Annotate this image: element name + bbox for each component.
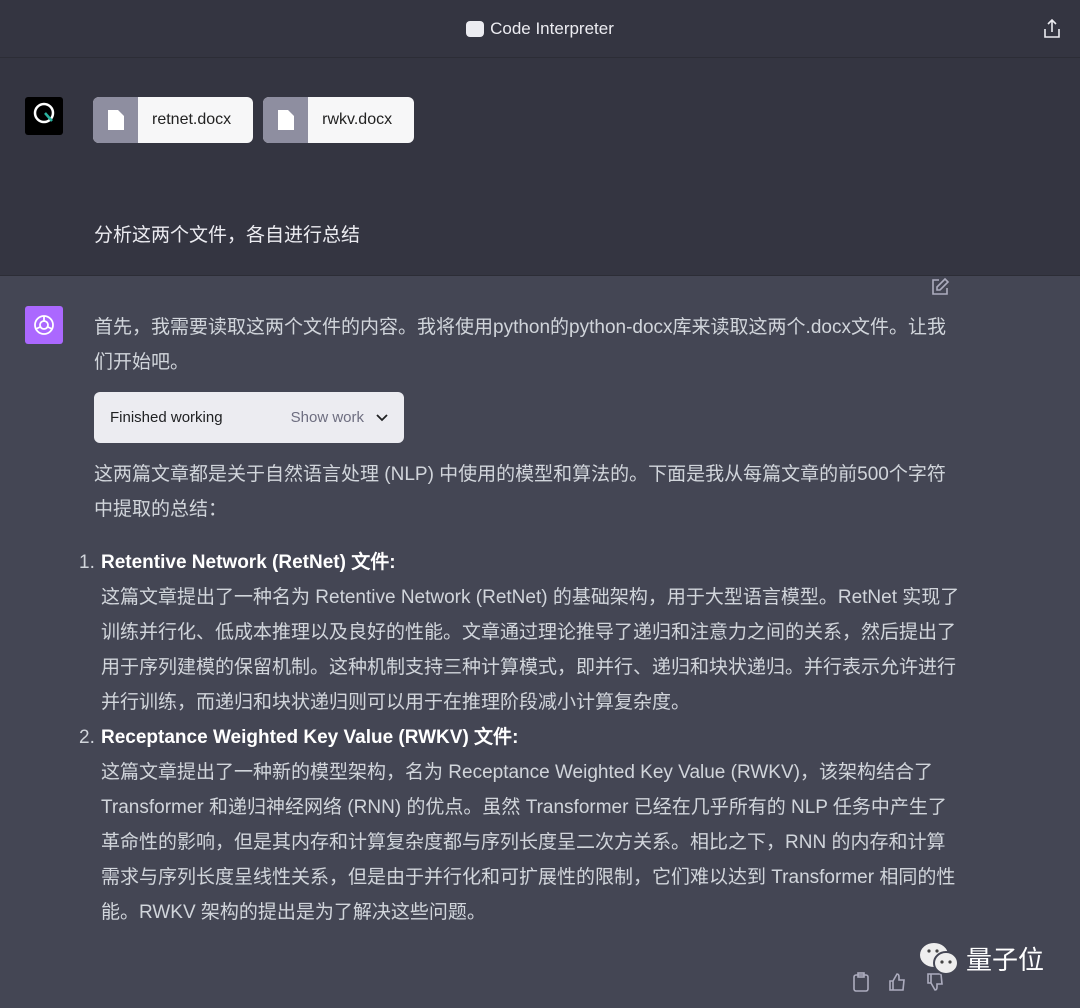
show-work-label: Show work xyxy=(290,409,364,426)
share-icon[interactable] xyxy=(1042,18,1062,40)
assistant-intro: 首先，我需要读取这两个文件的内容。我将使用python的python-docx库… xyxy=(94,317,946,373)
header: Code Interpreter xyxy=(0,0,1080,58)
thumbs-up-icon[interactable] xyxy=(888,972,908,992)
file-name: rwkv.docx xyxy=(322,111,393,128)
assistant-message: 首先，我需要读取这两个文件的内容。我将使用python的python-docx库… xyxy=(0,276,1080,930)
summary-intro: 这两篇文章都是关于自然语言处理 (NLP) 中使用的模型和算法的。下面是我从每篇… xyxy=(94,464,946,520)
file-attachment[interactable]: retnet.docx xyxy=(93,97,254,143)
item-body: 这篇文章提出了一种名为 Retentive Network (RetNet) 的… xyxy=(101,587,960,713)
list-item: 2. Receptance Weighted Key Value (RWKV) 文… xyxy=(79,720,960,930)
user-message: retnet.docx rwkv.docx 分析这两个文件，各自进行总结 xyxy=(0,58,1080,295)
chevron-down-icon xyxy=(376,413,388,421)
file-icon xyxy=(93,97,138,143)
file-icon xyxy=(263,97,309,143)
summary-list: 1. Retentive Network (RetNet) 文件: 这篇文章提出了一… xyxy=(79,545,960,930)
item-number: 2. xyxy=(79,727,95,748)
show-work-toggle[interactable]: Finished working Show work xyxy=(94,392,404,443)
item-number: 1. xyxy=(79,552,95,573)
header-title: Code Interpreter xyxy=(490,18,614,38)
user-avatar xyxy=(25,97,63,135)
user-message-text: 分析这两个文件，各自进行总结 xyxy=(94,225,361,246)
item-title: Receptance Weighted Key Value (RWKV) 文件 xyxy=(101,727,513,748)
copy-icon[interactable] xyxy=(852,972,870,992)
code-interpreter-icon xyxy=(466,20,485,37)
watermark-text: 量子位 xyxy=(966,945,1045,975)
item-title: Retentive Network (RetNet) 文件 xyxy=(101,552,390,573)
watermark: 量子位 xyxy=(918,940,1044,977)
file-attachment[interactable]: rwkv.docx xyxy=(263,97,415,143)
chatgpt-logo-icon xyxy=(25,306,63,344)
wechat-icon xyxy=(920,942,959,975)
list-item: 1. Retentive Network (RetNet) 文件: 这篇文章提出了一… xyxy=(79,545,960,720)
item-body: 这篇文章提出了一种新的模型架构，名为 Receptance Weighted K… xyxy=(101,762,956,923)
file-name: retnet.docx xyxy=(152,111,232,128)
work-status: Finished working xyxy=(110,409,223,426)
